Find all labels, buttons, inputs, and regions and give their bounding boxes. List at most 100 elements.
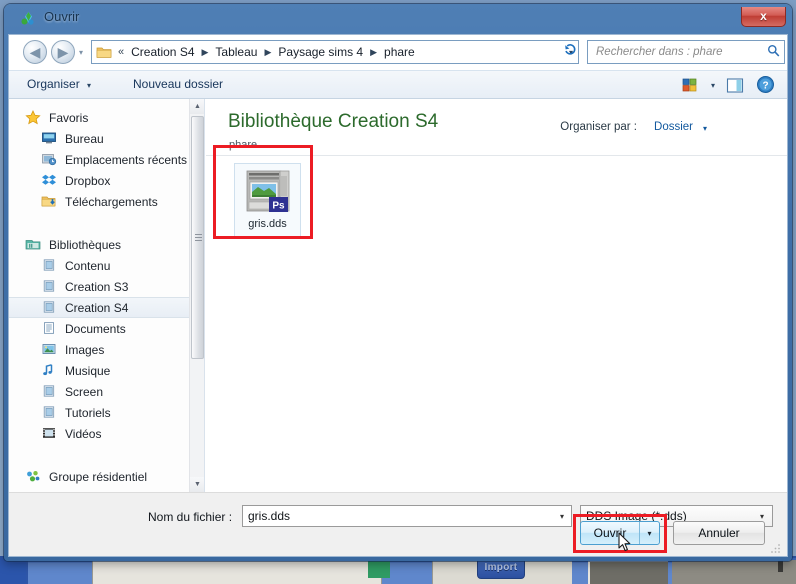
search-icon[interactable]: [762, 44, 784, 60]
dialog-title: Ouvrir: [44, 9, 80, 24]
sidebar-item-label: Documents: [65, 321, 126, 336]
filename-label: Nom du fichier :: [148, 510, 233, 524]
open-button-label: Ouvrir: [593, 526, 627, 540]
sidebar-item-label: Creation S3: [65, 279, 129, 294]
open-button[interactable]: Ouvrir ▾: [580, 521, 660, 545]
breadcrumb-item-1[interactable]: Tableau: [213, 44, 259, 60]
pictures-library-icon: [41, 342, 59, 358]
scrollbar-thumb[interactable]: [191, 116, 204, 359]
svg-text:?: ?: [762, 81, 768, 92]
back-button[interactable]: ◀: [23, 40, 47, 64]
new-folder-button[interactable]: Nouveau dossier: [133, 77, 223, 91]
filename-input[interactable]: gris.dds ▾: [242, 505, 572, 527]
file-item-label: gris.dds: [248, 218, 287, 230]
forward-button[interactable]: ▶: [51, 40, 75, 64]
breadcrumb-separator-2[interactable]: ▶: [370, 47, 377, 58]
recent-places-icon: [41, 152, 59, 168]
chevron-down-icon: ▾: [759, 511, 764, 521]
sidebar-item-emplacements-recents[interactable]: Emplacements récents: [9, 149, 204, 170]
chevron-down-icon: ▾: [87, 81, 92, 90]
sidebar-item-videos[interactable]: Vidéos: [9, 423, 204, 444]
breadcrumb-item-3[interactable]: phare: [382, 44, 417, 60]
scroll-down-arrow[interactable]: ▼: [190, 477, 204, 492]
preview-pane-icon[interactable]: [725, 76, 745, 95]
breadcrumb-separator-1[interactable]: ▶: [264, 47, 271, 58]
dropbox-icon: [41, 173, 59, 189]
chevron-down-icon[interactable]: ▾: [711, 81, 715, 90]
organise-by-value[interactable]: Dossier: [654, 121, 693, 133]
organise-by-label: Organiser par :: [560, 121, 637, 133]
sidebar-item-label: Images: [65, 342, 105, 357]
sidebar-item-bureau[interactable]: Bureau: [9, 128, 204, 149]
sidebar-header-label: Groupe résidentiel: [49, 469, 148, 484]
sidebar-item-label: Musique: [65, 363, 111, 378]
sidebar-item-documents[interactable]: Documents: [9, 318, 204, 339]
help-icon[interactable]: ?: [756, 75, 775, 94]
dialog-body: Favoris Bureau Emplacements récents Drop…: [9, 99, 787, 492]
pane-divider: [206, 155, 787, 156]
sidebar-item-dropbox[interactable]: Dropbox: [9, 170, 204, 191]
sidebar-item-label: Tutoriels: [65, 405, 111, 420]
documents-library-icon: [41, 321, 59, 337]
breadcrumb-overflow-chevron[interactable]: «: [118, 46, 124, 58]
sidebar-scrollbar[interactable]: ▲ ▼: [189, 99, 204, 492]
nav-group-bibliotheques: Bibliothèques Contenu Creation S3 Creati…: [9, 234, 204, 444]
videos-library-icon: [41, 426, 59, 442]
library-icon: [41, 258, 59, 274]
scroll-up-arrow[interactable]: ▲: [190, 99, 204, 114]
cancel-button[interactable]: Annuler: [673, 521, 765, 545]
background-panel-left: [0, 558, 26, 584]
sidebar-header-label: Favoris: [49, 110, 89, 125]
library-title: Bibliothèque Creation S4: [228, 111, 439, 132]
filename-value: gris.dds: [248, 509, 291, 523]
sidebar-item-label: Bureau: [65, 131, 104, 146]
sidebar-header-favoris[interactable]: Favoris: [9, 107, 204, 128]
nav-group-groupe-residentiel: Groupe résidentiel: [9, 466, 204, 487]
open-file-dialog: Ouvrir x ◀ ▶ ▾ « Creation S4 ▶ Tableau ▶…: [4, 4, 792, 561]
sidebar-item-contenu[interactable]: Contenu: [9, 255, 204, 276]
sidebar-header-bibliotheques[interactable]: Bibliothèques: [9, 234, 204, 255]
homegroup-icon: [25, 469, 43, 485]
organise-menu-button[interactable]: Organiser ▾: [27, 77, 91, 91]
sidebar-item-label: Contenu: [65, 258, 111, 273]
chevron-down-icon[interactable]: ▾: [703, 124, 707, 133]
desktop-icon: [41, 131, 59, 147]
breadcrumb-item-0[interactable]: Creation S4: [129, 44, 196, 60]
sidebar-item-creation-s3[interactable]: Creation S3: [9, 276, 204, 297]
sidebar-item-label: Screen: [65, 384, 104, 399]
sidebar-item-telechargements[interactable]: Téléchargements: [9, 191, 204, 212]
sidebar-item-label: Emplacements récents: [65, 152, 188, 167]
search-input[interactable]: Rechercher dans : phare: [587, 40, 785, 64]
file-item-gris-dds[interactable]: Ps gris.dds: [234, 163, 301, 239]
sidebar-item-tutoriels[interactable]: Tutoriels: [9, 402, 204, 423]
sidebar-item-images[interactable]: Images: [9, 339, 204, 360]
view-options-icon[interactable]: [679, 76, 701, 95]
library-icon: [41, 279, 59, 295]
sidebar-item-creation-s4[interactable]: Creation S4: [9, 297, 204, 318]
chevron-down-icon[interactable]: ▾: [79, 48, 83, 57]
arrow-right-icon: ▶: [57, 43, 69, 60]
breadcrumb-item-2[interactable]: Paysage sims 4: [276, 44, 365, 60]
library-icon: [41, 300, 59, 316]
navigation-pane[interactable]: Favoris Bureau Emplacements récents Drop…: [9, 99, 205, 492]
downloads-icon: [41, 194, 59, 210]
close-button[interactable]: x: [741, 7, 786, 27]
open-dropdown-arrow[interactable]: ▾: [639, 522, 659, 544]
sidebar-item-screen[interactable]: Screen: [9, 381, 204, 402]
arrow-left-icon: ◀: [29, 43, 41, 60]
sidebar-item-label: Téléchargements: [65, 194, 158, 209]
breadcrumb-separator-0[interactable]: ▶: [202, 47, 209, 58]
background-dark-panel-d: [590, 562, 668, 584]
dialog-footer: Nom du fichier : gris.dds ▾ DDS Image (*…: [9, 492, 787, 556]
file-list-pane[interactable]: Bibliothèque Creation S4 phare Organiser…: [206, 99, 787, 492]
resize-grip[interactable]: [770, 541, 782, 553]
sidebar-header-label: Bibliothèques: [49, 237, 122, 252]
sidebar-header-groupe-residentiel[interactable]: Groupe résidentiel: [9, 466, 204, 487]
chevron-down-icon[interactable]: ▾: [553, 512, 571, 521]
refresh-icon[interactable]: [561, 42, 579, 61]
address-bar[interactable]: « Creation S4 ▶ Tableau ▶ Paysage sims 4…: [91, 40, 579, 64]
sidebar-item-musique[interactable]: Musique: [9, 360, 204, 381]
sims4-plumbob-icon: [20, 11, 37, 28]
